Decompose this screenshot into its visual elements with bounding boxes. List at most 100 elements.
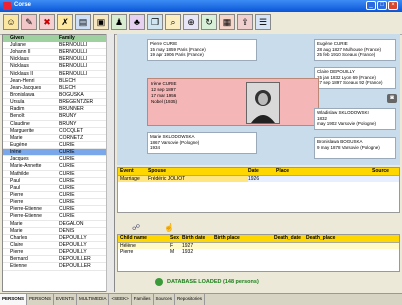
- list-item[interactable]: Jacques CURIE: [3, 156, 114, 164]
- list-item[interactable]: Jean-Henri BLECH: [3, 78, 114, 85]
- zoom-icon[interactable]: ⊕: [183, 14, 199, 30]
- maternal-grandfather-card[interactable]: Wladislaw SKLODOWSKI 1832 may 1902 Varso…: [314, 108, 396, 130]
- search-icon[interactable]: ⌕: [165, 14, 181, 30]
- tab-6[interactable]: Sources: [154, 294, 176, 305]
- list-item[interactable]: Nicklaus II BERNOULLI: [3, 71, 114, 78]
- grandfather-card[interactable]: Eugène CURIE 28 aug 1827 Mulhouse (Franc…: [314, 39, 396, 61]
- list-item[interactable]: Marie DENIS: [3, 228, 114, 235]
- export-icon[interactable]: ⇪: [237, 14, 253, 30]
- list-item[interactable]: Pierre CURIE: [3, 199, 114, 207]
- list-item[interactable]: Charles DEPOUILLY: [3, 235, 114, 242]
- father-card[interactable]: Pierre CURIE 15 may 1859 Paris (France) …: [147, 39, 257, 61]
- list-item[interactable]: Pierre-Etienne CURIE: [3, 213, 114, 221]
- column-given[interactable]: Given: [3, 35, 59, 42]
- person-add-icon[interactable]: ☺: [3, 14, 19, 30]
- list-item[interactable]: Marie CORNETZ: [3, 135, 114, 142]
- tab-1[interactable]: PERSONS: [27, 294, 55, 305]
- close-icon[interactable]: ✗: [57, 14, 73, 30]
- list-item[interactable]: Claire DEPOUILLY: [3, 242, 114, 250]
- tab-4[interactable]: <SEEK>: [109, 294, 132, 305]
- child-row[interactable]: Pierre M 1932: [118, 249, 399, 255]
- column-birth-place[interactable]: Birth place: [214, 235, 274, 242]
- list-item-given: Marie: [10, 220, 23, 227]
- column-source[interactable]: Source: [372, 168, 397, 175]
- list-item[interactable]: Etienne DEPOUILLER: [3, 263, 114, 271]
- tab-5[interactable]: Families: [132, 294, 154, 305]
- list-icon[interactable]: ☰: [255, 14, 271, 30]
- tree-icon[interactable]: ♣: [129, 14, 145, 30]
- child-sex: M: [170, 249, 175, 255]
- events-table[interactable]: Event Spouse Date Place Source Marriage …: [117, 167, 400, 213]
- family-icon[interactable]: ♟: [111, 14, 127, 30]
- child-birth-date: 1932: [182, 249, 194, 255]
- link-icon[interactable]: ☍: [132, 223, 140, 232]
- maternal-grandfather-death: may 1902 Varsovie (Pologne): [317, 121, 376, 126]
- edit-icon[interactable]: ✎: [21, 14, 37, 30]
- column-death-place[interactable]: Death_place: [306, 235, 366, 242]
- pointer-icon[interactable]: ☝: [164, 223, 174, 232]
- column-date[interactable]: Date: [248, 168, 276, 175]
- list-item[interactable]: Claudine BRUNY: [3, 121, 114, 128]
- refresh-icon[interactable]: ↻: [201, 14, 217, 30]
- tab-0[interactable]: PERSONS: [0, 294, 28, 305]
- list-item[interactable]: Bronislawa BOGUSKA: [3, 92, 114, 100]
- list-item[interactable]: Paul CURIE: [3, 178, 114, 185]
- list-item[interactable]: Eugène CURIE: [3, 141, 114, 150]
- tab-3[interactable]: MULTIMEDIA: [77, 294, 110, 305]
- close-button[interactable]: ×: [388, 1, 398, 10]
- list-item[interactable]: Nicklaus BERNOULLI: [3, 56, 114, 64]
- list-scrollbar[interactable]: [106, 34, 114, 292]
- minimize-button[interactable]: _: [366, 1, 376, 10]
- grandmother-card[interactable]: Claire DEPOUILLY 15 jan 1832 Lyon 69 (Fr…: [314, 67, 396, 89]
- list-item[interactable]: Ursula BREGENTZER: [3, 99, 114, 107]
- camera-icon[interactable]: ◙: [387, 94, 397, 103]
- list-item[interactable]: Jean-Jacques BLECH: [3, 85, 114, 92]
- list-item-family: CURIE: [59, 141, 75, 148]
- column-child-name[interactable]: Child name: [118, 235, 170, 242]
- column-spouse[interactable]: Spouse: [148, 168, 248, 175]
- maternal-grandmother-card[interactable]: Bronislawa BOGUSKA 9 may 1878 Varsovie (…: [314, 137, 396, 159]
- list-item-given: Pierre: [10, 249, 24, 256]
- tab-7[interactable]: Repositories: [175, 294, 206, 305]
- list-item[interactable]: Marie DEGALON: [3, 221, 114, 228]
- list-item[interactable]: Johann II BERNOULLI: [3, 49, 114, 57]
- list-item-given: Irène: [10, 149, 22, 156]
- column-sex[interactable]: Sex: [170, 235, 182, 242]
- pages-icon[interactable]: ❐: [147, 14, 163, 30]
- list-item-given: Pierre-Etienne: [10, 213, 42, 220]
- person-list[interactable]: Given Family Juliane BERNOULLI Johann II BE…: [2, 34, 115, 292]
- list-item[interactable]: Irène CURIE: [3, 149, 114, 157]
- title-bar: Corse _ □ ×: [0, 0, 402, 12]
- tab-2[interactable]: EVENTS: [54, 294, 78, 305]
- event-row[interactable]: Marriage Frédéric JOLIOT 1926: [118, 176, 399, 182]
- calendar-icon[interactable]: ▦: [219, 14, 235, 30]
- list-item[interactable]: Pierre-Etienne CURIE: [3, 206, 114, 214]
- list-item[interactable]: Marie-Annette CURIE: [3, 163, 114, 171]
- list-item[interactable]: Benoît BRUNY: [3, 113, 114, 121]
- children-table[interactable]: Child name Sex Birth date Birth place De…: [117, 234, 400, 272]
- list-item-given: Paul: [10, 177, 21, 184]
- list-item[interactable]: Juliane BERNOULLI: [3, 42, 114, 50]
- list-item-family: DEPOUILLER: [59, 263, 91, 270]
- maximize-button[interactable]: □: [377, 1, 387, 10]
- column-birth-date[interactable]: Birth date: [182, 235, 214, 242]
- column-event[interactable]: Event: [118, 168, 148, 175]
- column-death-date[interactable]: Death_date: [274, 235, 306, 242]
- delete-icon[interactable]: ✖: [39, 14, 55, 30]
- list-item[interactable]: Bernard DEPOUILLER: [3, 256, 114, 264]
- document-icon[interactable]: ▣: [93, 14, 109, 30]
- column-place[interactable]: Place: [276, 168, 372, 175]
- list-item[interactable]: Pierre CURIE: [3, 191, 114, 200]
- list-item[interactable]: Radim BRUNNER: [3, 106, 114, 114]
- list-item[interactable]: Mathilde CURIE: [3, 171, 114, 178]
- list-item-family: CURIE: [59, 191, 75, 198]
- list-item[interactable]: Paul CURIE: [3, 185, 114, 192]
- column-family[interactable]: Family: [59, 35, 109, 42]
- mother-card[interactable]: Marie SKLODOWSKA 1867 Varsovie (Pologne)…: [147, 132, 257, 154]
- list-item[interactable]: Nicklaus BERNOULLI: [3, 63, 114, 71]
- selected-person-card[interactable]: Irène CURIE 12 sep 1897 17 mar 1956 Nobe…: [147, 78, 319, 126]
- list-item-family: DEGALON: [59, 220, 84, 227]
- list-item[interactable]: Pierre DEPOUILLY: [3, 249, 114, 257]
- book-icon[interactable]: ▤: [75, 14, 91, 30]
- list-item[interactable]: Marguerite COCQLET: [3, 128, 114, 135]
